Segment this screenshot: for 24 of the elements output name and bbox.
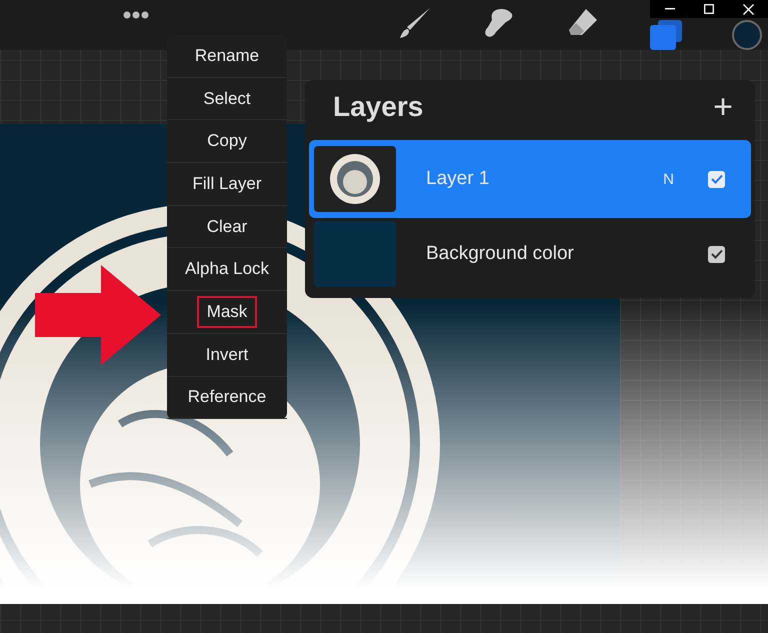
visibility-checkbox[interactable]	[708, 246, 725, 262]
panel-title: Layers	[333, 91, 424, 123]
more-icon[interactable]	[123, 11, 149, 19]
maximize-icon[interactable]	[704, 4, 714, 14]
visibility-checkbox[interactable]	[708, 170, 725, 188]
layer-name: Background color	[426, 243, 575, 265]
menu-item[interactable]: Mask	[167, 291, 287, 334]
menu-item[interactable]: Rename	[167, 35, 287, 78]
color-swatch[interactable]	[732, 20, 762, 50]
layer-row[interactable]: Background color	[309, 218, 751, 290]
menu-item[interactable]: Clear	[167, 206, 287, 248]
menu-item[interactable]: Fill Layer	[167, 163, 287, 206]
layers-icon[interactable]	[650, 20, 682, 50]
menu-item[interactable]: Reference	[167, 376, 287, 420]
layer-name: Layer 1	[426, 168, 490, 190]
brush-icon[interactable]	[398, 6, 432, 40]
menu-item[interactable]: Invert	[167, 334, 287, 376]
minimize-icon[interactable]	[664, 8, 674, 10]
menu-item[interactable]: Copy	[167, 120, 287, 164]
close-icon[interactable]	[742, 4, 754, 14]
menu-item[interactable]: Select	[167, 78, 287, 120]
add-layer-button[interactable]: +	[713, 90, 733, 124]
arrow-icon	[35, 265, 161, 365]
menu-item[interactable]: Alpha Lock	[167, 248, 287, 292]
